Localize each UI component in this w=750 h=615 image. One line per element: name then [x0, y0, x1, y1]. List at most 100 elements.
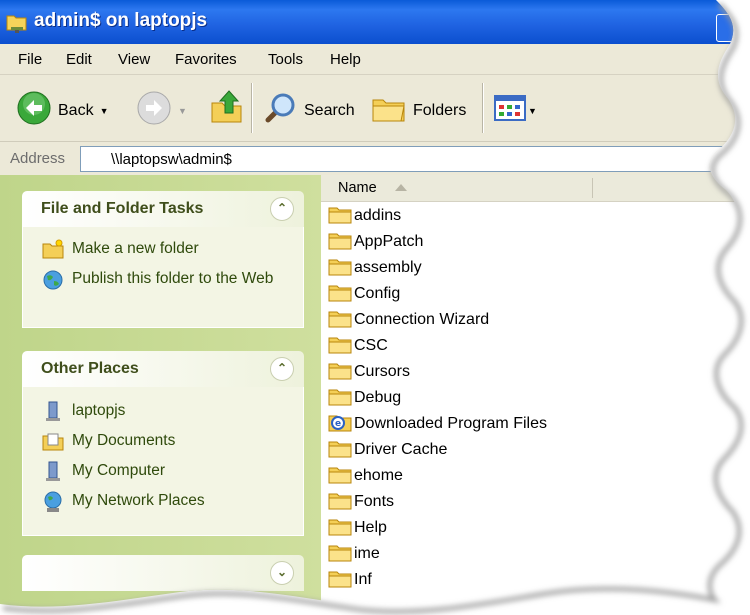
folder-icon [328, 256, 352, 281]
file-name: Cursors [354, 363, 411, 380]
computer-icon [42, 401, 64, 428]
other-places-panel: Other Places ⌃ laptopjs My Documents My … [22, 351, 304, 536]
folder-icon [328, 464, 352, 489]
globe-icon [42, 269, 64, 296]
file-row[interactable]: AppPatch [328, 230, 423, 254]
details-header[interactable]: ⌄ [22, 555, 304, 591]
file-row[interactable]: e Downloaded Program Files [328, 412, 547, 436]
collapse-chevron-icon[interactable]: ⌃ [270, 197, 294, 221]
toolbar-separator [251, 83, 253, 133]
column-divider[interactable] [592, 178, 593, 198]
file-name: Driver Cache [354, 441, 448, 458]
menu-view[interactable]: View [118, 51, 150, 68]
menu-file[interactable]: File [18, 51, 42, 68]
file-name: Fonts [354, 493, 395, 510]
other-places-header[interactable]: Other Places ⌃ [22, 351, 304, 387]
file-name: CSC [354, 337, 388, 354]
svg-text:e: e [335, 419, 341, 429]
forward-arrow-icon [136, 90, 172, 131]
file-name: Config [354, 285, 401, 302]
file-row[interactable]: Connection Wizard [328, 308, 489, 332]
place-my-computer[interactable]: My Computer [42, 461, 165, 488]
folder-icon [328, 230, 352, 255]
address-value: \\laptopsw\admin$ [111, 151, 232, 168]
file-row[interactable]: Debug [328, 386, 401, 410]
folder-icon [328, 438, 352, 463]
task-publish-folder[interactable]: Publish this folder to the Web [42, 269, 277, 296]
place-label: My Network Places [72, 492, 205, 509]
folder-icon [328, 360, 352, 385]
search-button[interactable]: Search [262, 90, 355, 131]
file-folder-tasks-body: Make a new folder Publish this folder to… [22, 227, 304, 328]
place-label: My Computer [72, 462, 166, 479]
task-make-new-folder[interactable]: Make a new folder [42, 239, 199, 264]
column-name-label: Name [338, 180, 377, 196]
menu-edit[interactable]: Edit [66, 51, 92, 68]
back-button[interactable]: Back ▼ [16, 90, 109, 131]
folders-icon [371, 90, 407, 131]
folder-icon [328, 282, 352, 307]
network-globe-icon [42, 491, 64, 518]
collapse-chevron-icon[interactable]: ⌃ [270, 357, 294, 381]
views-button[interactable]: ▼ [494, 95, 537, 126]
file-folder-tasks-title: File and Folder Tasks [41, 200, 204, 217]
menu-help[interactable]: Help [330, 51, 361, 68]
address-bar: Address \\laptopsw\admin$ [0, 141, 750, 175]
back-dropdown-icon[interactable]: ▼ [100, 106, 109, 116]
file-row[interactable]: Help [328, 516, 387, 540]
my-computer-icon [42, 461, 64, 488]
up-folder-button[interactable] [210, 87, 244, 130]
file-name: ehome [354, 467, 403, 484]
title-bar[interactable]: admin$ on laptopjs [0, 0, 750, 44]
search-label: Search [304, 101, 355, 119]
task-label: Publish this folder to the Web [72, 270, 274, 287]
views-icon [494, 95, 526, 126]
file-folder-tasks-header[interactable]: File and Folder Tasks ⌃ [22, 191, 304, 227]
file-row[interactable]: Config [328, 282, 400, 306]
details-panel: ⌄ [22, 555, 304, 591]
forward-dropdown-icon[interactable]: ▼ [178, 106, 187, 116]
new-folder-icon [42, 239, 64, 264]
other-places-body: laptopjs My Documents My Computer My Net… [22, 387, 304, 536]
folder-icon [328, 542, 352, 567]
file-name: Help [354, 519, 387, 536]
views-dropdown-icon[interactable]: ▼ [528, 106, 537, 116]
place-my-network-places[interactable]: My Network Places [42, 491, 205, 518]
file-name: Connection Wizard [354, 311, 490, 328]
folder-icon [328, 490, 352, 515]
place-my-documents[interactable]: My Documents [42, 431, 175, 458]
folders-label: Folders [413, 101, 467, 119]
minimize-button[interactable] [716, 14, 744, 42]
menu-bar: File Edit View Favorites Tools Help [0, 44, 750, 75]
file-row[interactable]: Inf [328, 568, 372, 592]
file-row[interactable]: Fonts [328, 490, 394, 514]
folder-icon [328, 334, 352, 359]
address-field[interactable]: \\laptopsw\admin$ [80, 146, 742, 172]
file-row[interactable]: assembly [328, 256, 422, 280]
column-header-name[interactable]: Name [321, 175, 750, 202]
folder-icon [328, 516, 352, 541]
forward-button[interactable]: ▼ [136, 90, 187, 131]
file-row[interactable]: Driver Cache [328, 438, 447, 462]
file-row[interactable]: ehome [328, 464, 403, 488]
back-arrow-icon [16, 90, 52, 131]
file-name: ime [354, 545, 380, 562]
other-places-title: Other Places [41, 360, 139, 377]
file-row[interactable]: ime [328, 542, 380, 566]
sort-ascending-icon [395, 184, 407, 191]
menu-tools[interactable]: Tools [268, 51, 303, 68]
place-label: My Documents [72, 432, 176, 449]
explorer-window: admin$ on laptopjs File Edit View Favori… [0, 0, 750, 615]
expand-chevron-icon[interactable]: ⌄ [270, 561, 294, 585]
menu-favorites[interactable]: Favorites [175, 51, 237, 68]
file-name: Inf [354, 571, 372, 588]
file-row[interactable]: CSC [328, 334, 388, 358]
folder-icon [328, 386, 352, 411]
file-row[interactable]: Cursors [328, 360, 410, 384]
search-icon [262, 90, 298, 131]
folders-button[interactable]: Folders [371, 90, 466, 131]
file-name: Debug [354, 389, 402, 406]
file-row[interactable]: addins [328, 204, 401, 228]
place-laptopjs[interactable]: laptopjs [42, 401, 125, 428]
place-label: laptopjs [72, 402, 126, 419]
